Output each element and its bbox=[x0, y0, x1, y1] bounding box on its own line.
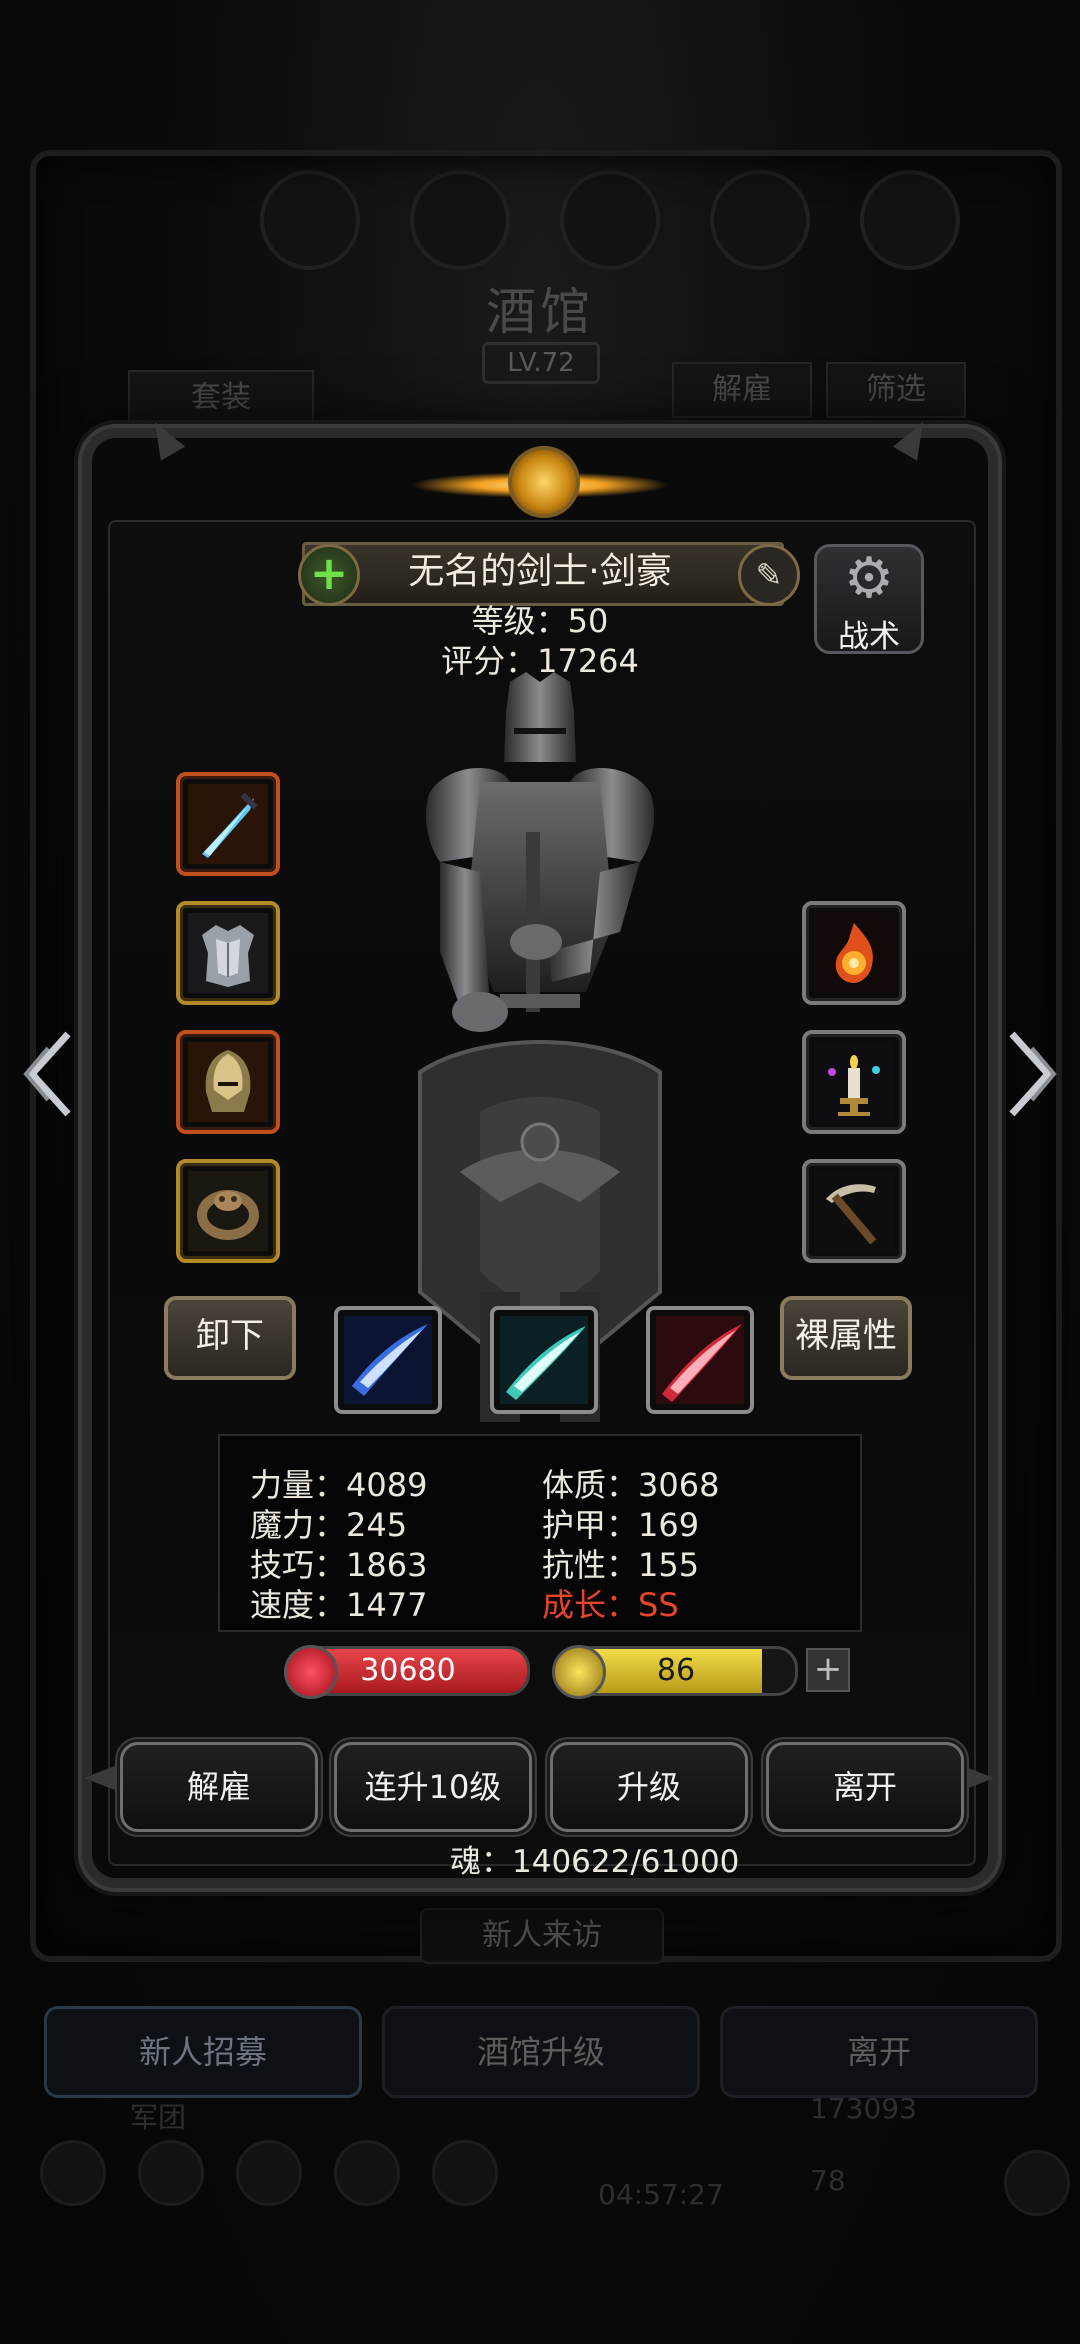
lightning-icon bbox=[552, 1645, 606, 1699]
previous-hero-arrow-icon[interactable] bbox=[18, 1024, 78, 1124]
guild-label: 军团 bbox=[130, 2101, 187, 2134]
tavern-upgrade-button[interactable]: 酒馆升级 bbox=[382, 2006, 700, 2098]
tavern-level: LV.72 bbox=[482, 342, 600, 384]
frame-spike bbox=[84, 1764, 120, 1792]
gold-amount: 173093 bbox=[810, 2092, 917, 2125]
bottom-nav-icon[interactable] bbox=[40, 2140, 106, 2206]
blue-slash-icon bbox=[344, 1316, 432, 1404]
fire-orb-icon bbox=[814, 913, 894, 993]
stat-growth: 成长：SS bbox=[542, 1580, 679, 1626]
equip-slot-ring[interactable] bbox=[176, 1159, 280, 1263]
rename-button[interactable]: ✎ bbox=[738, 544, 800, 606]
bottom-nav-icon[interactable] bbox=[432, 2140, 498, 2206]
add-energy-button[interactable]: + bbox=[806, 1648, 850, 1692]
equip-slot-sword[interactable] bbox=[176, 772, 280, 876]
pickaxe-icon bbox=[814, 1171, 894, 1251]
ring-icon bbox=[188, 1171, 268, 1251]
dismiss-tab[interactable]: 解雇 bbox=[672, 362, 812, 418]
armor-icon bbox=[188, 913, 268, 993]
dismiss-hero-button[interactable]: 解雇 bbox=[120, 1742, 318, 1832]
stats-panel: 力量：4089 魔力：245 技巧：1863 速度：1477 体质：3068 护… bbox=[218, 1434, 862, 1632]
equip-slot-fire-orb[interactable] bbox=[802, 901, 906, 1005]
naked-attributes-button[interactable]: 裸属性 bbox=[780, 1296, 912, 1380]
growth-label: 成长： bbox=[542, 1586, 639, 1624]
bottom-nav-icon[interactable] bbox=[138, 2140, 204, 2206]
leave-tavern-button[interactable]: 离开 bbox=[720, 2006, 1038, 2098]
tactics-label: 战术 bbox=[838, 619, 900, 655]
hero-name: 无名的剑士·剑豪 bbox=[408, 551, 672, 592]
tavern-title: 酒馆 bbox=[486, 283, 594, 341]
new-visitor-banner: 新人来访 bbox=[420, 1908, 664, 1964]
bottom-nav-icon[interactable] bbox=[236, 2140, 302, 2206]
skill-slot-3[interactable] bbox=[646, 1306, 754, 1414]
level-up-button[interactable]: 升级 bbox=[550, 1742, 748, 1832]
stat-speed: 速度：1477 bbox=[250, 1586, 428, 1624]
leave-button[interactable]: 离开 bbox=[766, 1742, 964, 1832]
next-hero-arrow-icon[interactable] bbox=[1002, 1024, 1062, 1124]
emblem-icon bbox=[508, 446, 580, 518]
growth-value: SS bbox=[638, 1586, 679, 1624]
edit-icon: ✎ bbox=[755, 556, 783, 594]
gear-icon: ⚙ bbox=[843, 546, 895, 611]
timer: 04:57:27 bbox=[598, 2178, 724, 2211]
cyan-slash-icon bbox=[500, 1316, 588, 1404]
helmet-icon bbox=[188, 1042, 268, 1122]
tactics-button[interactable]: ⚙ 战术 bbox=[814, 544, 924, 655]
skill-slot-2[interactable] bbox=[490, 1306, 598, 1414]
level-up-10-button[interactable]: 连升10级 bbox=[334, 1742, 532, 1832]
heart-icon bbox=[284, 1645, 338, 1699]
gem-amount: 78 bbox=[810, 2164, 846, 2197]
set-tab[interactable]: 套装 bbox=[128, 370, 314, 426]
skill-slot-1[interactable] bbox=[334, 1306, 442, 1414]
equip-slot-armor[interactable] bbox=[176, 901, 280, 1005]
sword-icon bbox=[188, 784, 268, 864]
equip-slot-pickaxe[interactable] bbox=[802, 1159, 906, 1263]
bottom-nav-icon[interactable] bbox=[1004, 2150, 1070, 2216]
bottom-nav-icon[interactable] bbox=[334, 2140, 400, 2206]
equip-slot-candle[interactable] bbox=[802, 1030, 906, 1134]
equip-slot-helmet[interactable] bbox=[176, 1030, 280, 1134]
red-slash-icon bbox=[656, 1316, 744, 1404]
recruit-button[interactable]: 新人招募 bbox=[44, 2006, 362, 2098]
candle-icon bbox=[814, 1042, 894, 1122]
filter-tab[interactable]: 筛选 bbox=[826, 362, 966, 418]
unequip-button[interactable]: 卸下 bbox=[164, 1296, 296, 1380]
plus-icon: + bbox=[309, 546, 349, 600]
soul-counter: 魂：140622/61000 bbox=[450, 1844, 740, 1880]
